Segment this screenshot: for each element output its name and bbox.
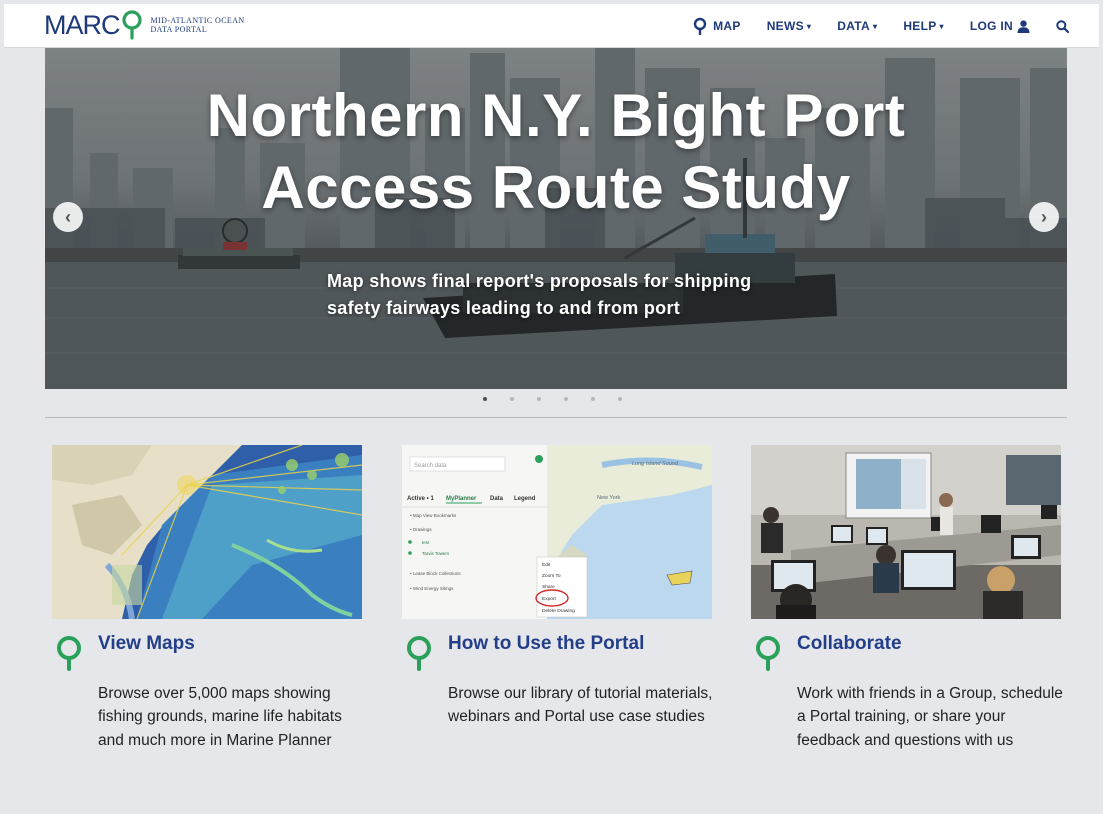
brand-wordmark: MARC bbox=[44, 10, 143, 40]
carousel-dot[interactable] bbox=[483, 397, 487, 401]
menu-item-delete: Delete Drawing bbox=[542, 608, 575, 614]
menu-item-edit: Edit bbox=[542, 562, 551, 568]
card-header: How to Use the Portal bbox=[402, 633, 712, 676]
brand-wordmark-text: MARC bbox=[44, 10, 120, 40]
nav-data-label: DATA bbox=[837, 19, 870, 33]
carousel-prev-button[interactable]: ‹ bbox=[53, 202, 83, 232]
card-title-collaborate[interactable]: Collaborate bbox=[797, 633, 902, 676]
carousel-indicators bbox=[483, 397, 645, 401]
map-pin-icon bbox=[402, 633, 448, 676]
chevron-right-icon: › bbox=[1041, 206, 1047, 227]
panel-tab-data: Data bbox=[490, 496, 504, 502]
card-title-view-maps[interactable]: View Maps bbox=[98, 633, 195, 676]
nav-map[interactable]: MAP bbox=[693, 17, 741, 35]
panel-row: • Wind Energy Sitings bbox=[410, 586, 454, 591]
caret-down-icon: ▾ bbox=[872, 21, 878, 31]
hero-title: Northern N.Y. Bight Port Access Route St… bbox=[45, 80, 1067, 224]
menu-item-zoom: Zoom To bbox=[542, 573, 561, 579]
carousel-dot[interactable] bbox=[537, 397, 541, 401]
card-header: Collaborate bbox=[751, 633, 1061, 676]
card-header: View Maps bbox=[52, 633, 362, 676]
nav-help-dropdown[interactable]: HELP ▾ bbox=[903, 19, 944, 33]
carousel-dot[interactable] bbox=[564, 397, 568, 401]
collaborate-image[interactable] bbox=[751, 445, 1061, 619]
training-room-photo bbox=[751, 445, 1061, 619]
nav-data-dropdown[interactable]: DATA ▾ bbox=[837, 19, 877, 33]
card-text: Work with friends in a Group, schedule a… bbox=[797, 685, 1063, 749]
brand-subtitle-line1: Mid-Atlantic Ocean bbox=[150, 16, 245, 25]
carousel-next-button[interactable]: › bbox=[1029, 202, 1059, 232]
map-label-sound: Long Island Sound bbox=[632, 461, 679, 467]
nav-login[interactable]: LOG IN bbox=[970, 19, 1030, 33]
map-pin-icon bbox=[52, 633, 98, 676]
chevron-left-icon: ‹ bbox=[65, 206, 71, 227]
ocean-map-thumbnail bbox=[52, 445, 362, 619]
card-text: Browse over 5,000 maps showing fishing g… bbox=[98, 685, 342, 749]
card-title-how-to-use[interactable]: How to Use the Portal bbox=[448, 633, 644, 676]
caret-down-icon: ▾ bbox=[806, 21, 812, 31]
hero-carousel: Northern N.Y. Bight Port Access Route St… bbox=[45, 48, 1067, 389]
nav-news-dropdown[interactable]: NEWS ▾ bbox=[767, 19, 812, 33]
portal-screenshot-thumbnail: Long Island Sound New York Search data A… bbox=[402, 445, 712, 619]
nav-login-label: LOG IN bbox=[969, 19, 1013, 33]
nav-news-label: NEWS bbox=[766, 19, 804, 33]
hero-title-line2: Access Route Study bbox=[261, 154, 851, 221]
nav-map-label: MAP bbox=[713, 19, 741, 33]
map-pin-icon bbox=[751, 633, 797, 676]
carousel-dot[interactable] bbox=[591, 397, 595, 401]
panel-row: • Lease Block Collections bbox=[410, 571, 461, 576]
main-nav: MAP NEWS ▾ DATA ▾ HELP ▾ LOG IN bbox=[667, 4, 1069, 48]
search-button[interactable] bbox=[1056, 19, 1069, 33]
search-icon bbox=[1056, 19, 1069, 33]
brand-subtitle: Mid-Atlantic Ocean Data Portal bbox=[151, 16, 245, 34]
card-how-to-use: Long Island Sound New York Search data A… bbox=[402, 445, 712, 729]
user-icon bbox=[1017, 19, 1030, 33]
brand-subtitle-line2: Data Portal bbox=[150, 25, 208, 34]
panel-tab-legend: Legend bbox=[514, 496, 536, 502]
hero-title-line1: Northern N.Y. Bight Port bbox=[206, 82, 906, 149]
panel-row: • Map View Bookmarks bbox=[410, 513, 457, 518]
view-maps-image[interactable] bbox=[52, 445, 362, 619]
panel-tab-myplanner: MyPlanner bbox=[446, 496, 477, 502]
how-to-use-image[interactable]: Long Island Sound New York Search data A… bbox=[402, 445, 712, 619]
card-text: Browse our library of tutorial materials… bbox=[448, 685, 713, 726]
hero-subtitle: Map shows final report's proposals for s… bbox=[327, 271, 752, 318]
section-divider bbox=[45, 417, 1067, 418]
page: MARC Mid-Atlantic Ocean Data Portal MAP bbox=[0, 0, 1103, 814]
nav-help-label: HELP bbox=[903, 19, 937, 33]
panel-tab-active: Active • 1 bbox=[407, 496, 434, 502]
caret-down-icon: ▾ bbox=[939, 21, 944, 31]
map-pin-icon bbox=[693, 17, 707, 35]
map-label-city: New York bbox=[597, 495, 620, 501]
brand-logo[interactable]: MARC Mid-Atlantic Ocean Data Portal bbox=[44, 10, 245, 40]
menu-item-share: Share bbox=[542, 584, 555, 590]
carousel-dot[interactable] bbox=[510, 397, 514, 401]
card-view-maps: View Maps Browse over 5,000 maps showing… bbox=[52, 445, 362, 752]
carousel-dot[interactable] bbox=[618, 397, 622, 401]
menu-item-export: Export bbox=[542, 596, 557, 602]
panel-row: test bbox=[422, 540, 430, 545]
card-collaborate: Collaborate Work with friends in a Group… bbox=[751, 445, 1063, 752]
panel-row: Tarvis Towers bbox=[422, 551, 450, 556]
panel-search-placeholder: Search data bbox=[414, 463, 447, 469]
top-navbar: MARC Mid-Atlantic Ocean Data Portal MAP bbox=[4, 4, 1099, 48]
panel-row: • Drawings bbox=[410, 527, 432, 532]
logo-pin-icon bbox=[121, 10, 142, 40]
